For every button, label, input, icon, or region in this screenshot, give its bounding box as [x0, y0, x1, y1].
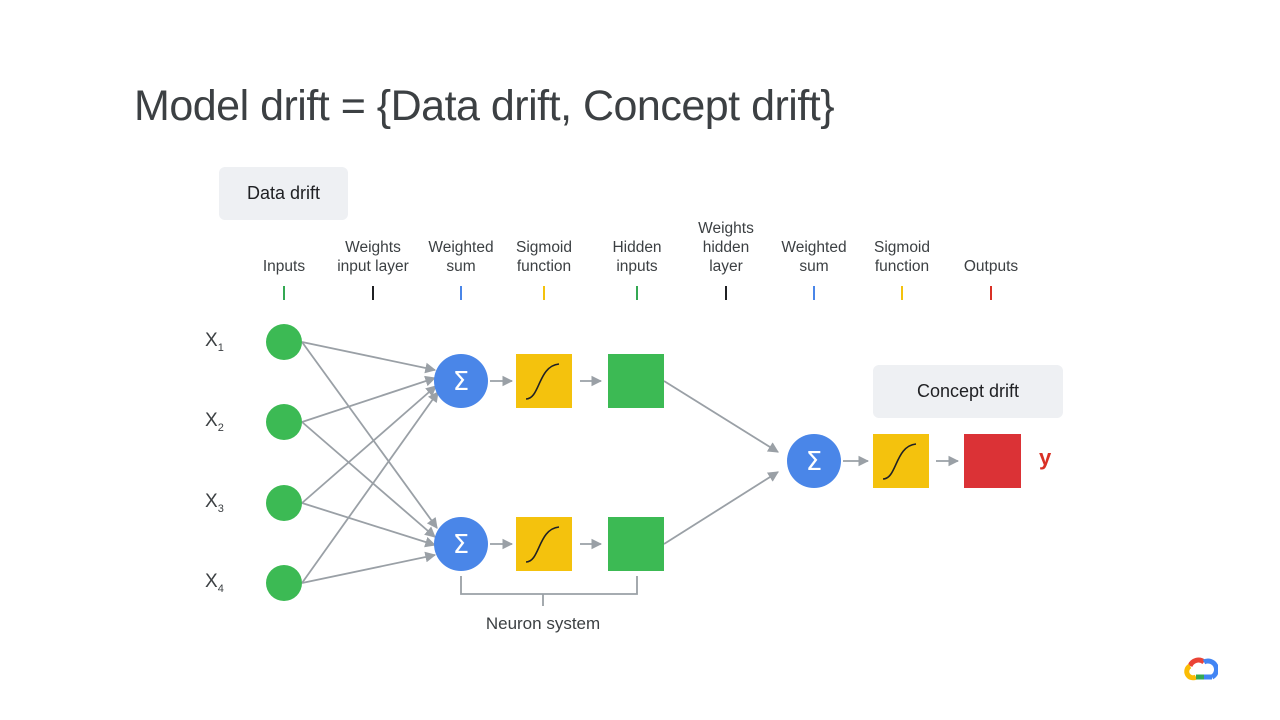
- google-cloud-logo-icon: [1182, 655, 1219, 690]
- connection-arrow: [301, 421, 436, 538]
- output-y-label: y: [1039, 445, 1052, 470]
- connection-arrow: [663, 471, 779, 545]
- hidden-input-box: [608, 517, 664, 571]
- connection-arrow: [301, 502, 437, 548]
- sigma-icon: Σ: [453, 530, 469, 560]
- connection-arrow: [301, 551, 437, 584]
- output-box: [964, 434, 1021, 488]
- neuron-system-label: Neuron system: [485, 614, 601, 633]
- sigmoid-function-box: [873, 434, 929, 488]
- sigmoid-function-box: [516, 354, 572, 408]
- input-node: [266, 565, 302, 601]
- input-node: [266, 485, 302, 521]
- connection-arrow: [301, 375, 437, 423]
- input-node: [266, 324, 302, 360]
- hidden-input-box: [608, 354, 664, 408]
- sigmoid-function-box: [516, 517, 572, 571]
- connection-arrow: [301, 391, 439, 584]
- connection-arrow: [663, 380, 779, 453]
- sigma-icon: Σ: [806, 447, 822, 477]
- connection-arrow: [301, 385, 437, 504]
- neuron-system-bracket: [460, 576, 638, 606]
- input-node: [266, 404, 302, 440]
- sigma-icon: Σ: [453, 367, 469, 397]
- neural-network-diagram: Σ Σ Σ: [266, 324, 1021, 606]
- connection-arrow: [301, 341, 437, 374]
- connection-arrow: [301, 341, 438, 529]
